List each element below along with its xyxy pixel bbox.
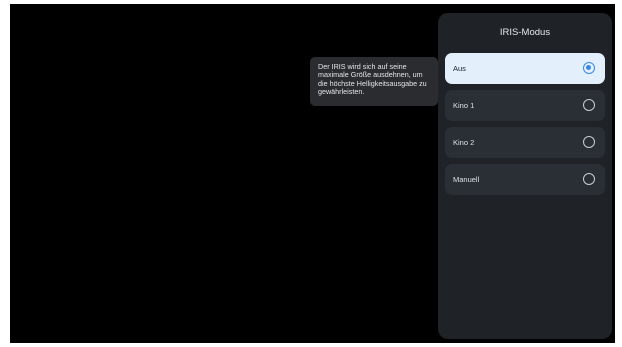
radio-selected-icon [583,62,595,74]
radio-unselected-icon [583,136,595,148]
tooltip-text: Der IRIS wird sich auf seine maximale Gr… [318,62,427,97]
option-label: Aus [453,64,466,73]
iris-mode-panel: IRIS-Modus Aus Kino 1 Kino 2 Manuell [438,13,612,339]
option-kino-1[interactable]: Kino 1 [445,90,605,121]
option-label: Manuell [453,175,480,184]
option-label: Kino 2 [453,138,475,147]
option-label: Kino 1 [453,101,475,110]
radio-unselected-icon [583,173,595,185]
tv-screen: Der IRIS wird sich auf seine maximale Gr… [10,4,615,343]
radio-unselected-icon [583,99,595,111]
option-manuell[interactable]: Manuell [445,164,605,195]
panel-title: IRIS-Modus [499,27,551,38]
option-aus[interactable]: Aus [445,53,605,84]
option-description-tooltip: Der IRIS wird sich auf seine maximale Gr… [310,57,438,106]
option-kino-2[interactable]: Kino 2 [445,127,605,158]
